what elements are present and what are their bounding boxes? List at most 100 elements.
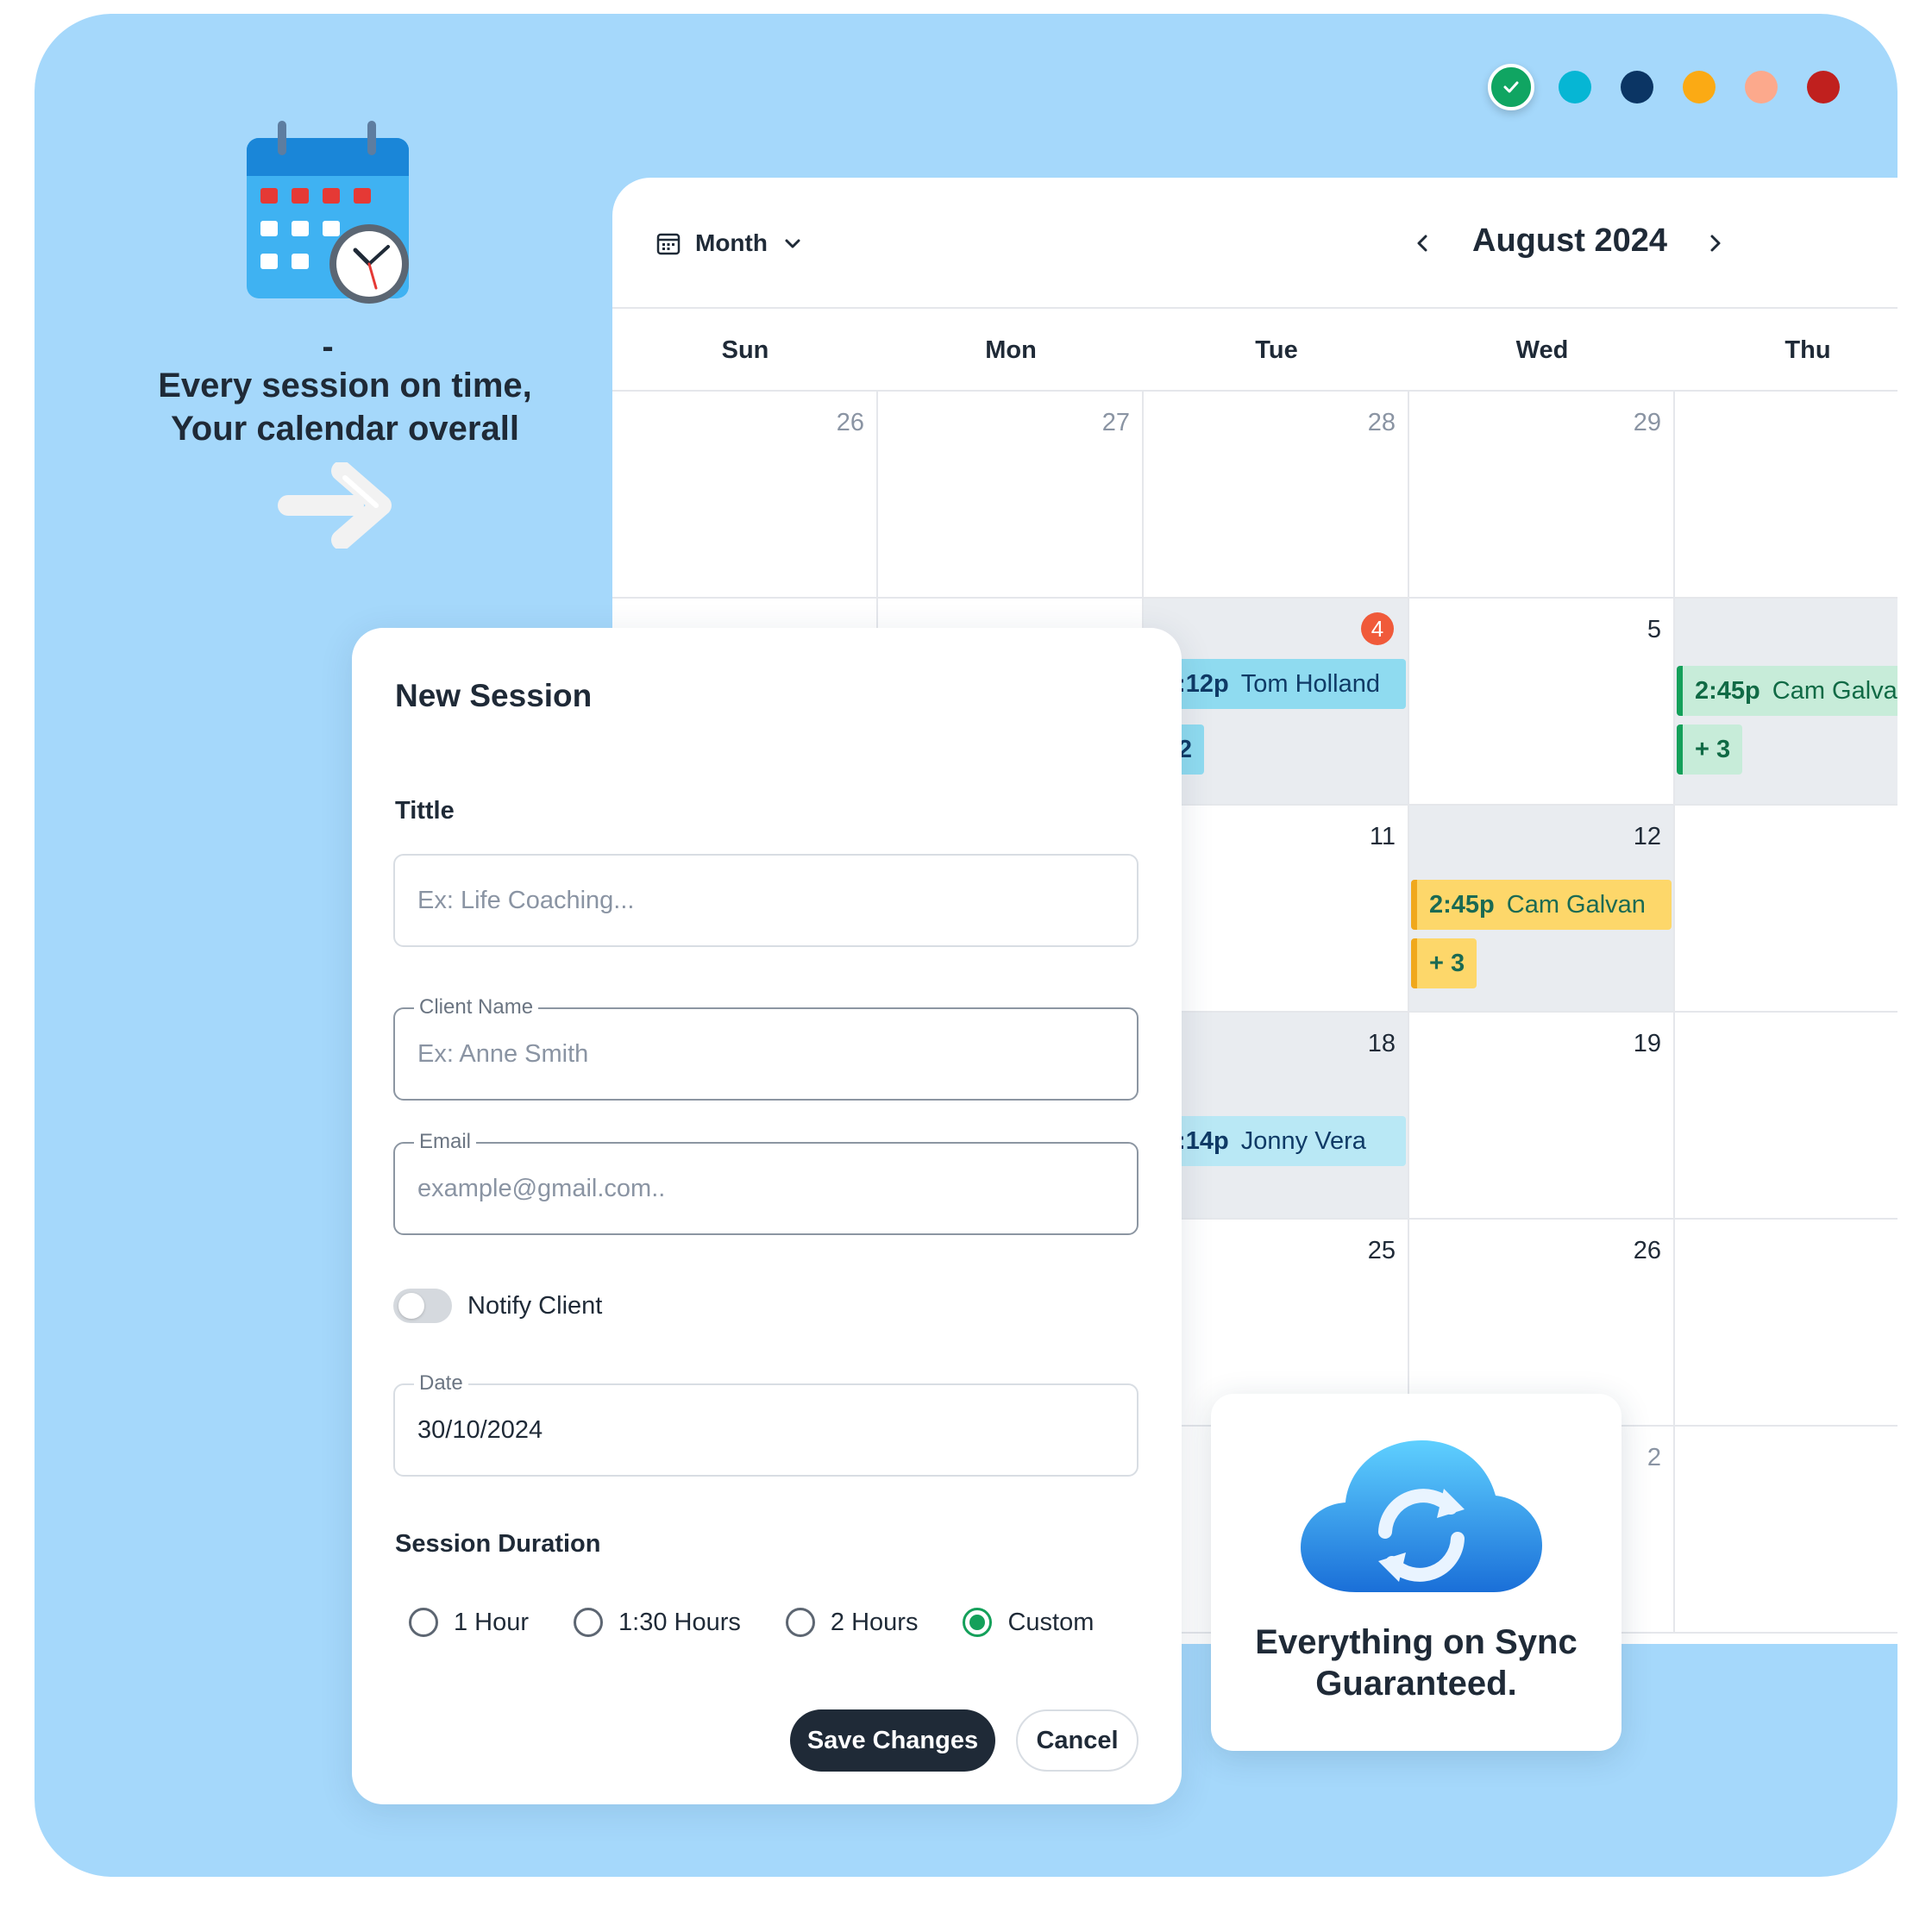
client-name-placeholder: Ex: Anne Smith (417, 1040, 589, 1068)
notify-client-label: Notify Client (467, 1291, 603, 1320)
today-badge: 4 (1361, 612, 1394, 645)
email-placeholder: example@gmail.com.. (417, 1175, 666, 1202)
chevron-down-icon (785, 239, 800, 248)
swatch-red[interactable] (1807, 71, 1840, 104)
event-name: Jonny Vera (1240, 1126, 1366, 1155)
toggle-knob (398, 1293, 424, 1319)
event-time: 2:45p (1429, 890, 1495, 919)
session-duration-label: Session Duration (395, 1530, 601, 1558)
calendar-icon (656, 233, 681, 255)
day-number: 26 (836, 409, 864, 436)
day-cell-today[interactable]: 4 2:12p Tom Holland +2 (1144, 599, 1409, 806)
event-chip[interactable]: 2:45p Cam Galvan (1411, 880, 1672, 930)
day-cell[interactable]: 12 2:45p Cam Galvan + 3 (1409, 806, 1675, 1013)
day-number: 26 (1633, 1237, 1661, 1264)
weekday-header: Sun Mon Tue Wed Thu (612, 309, 1898, 392)
swatch-orange[interactable] (1683, 71, 1716, 104)
day-cell[interactable]: 28 (1144, 392, 1409, 599)
duration-option-1-hour[interactable]: 1 Hour (409, 1608, 529, 1637)
arrow-right-icon (278, 462, 392, 549)
email-input[interactable]: Email example@gmail.com.. (393, 1130, 1138, 1235)
day-cell[interactable]: 5 (1409, 599, 1675, 806)
sync-heading: Everything on Sync Guaranteed. (1211, 1622, 1622, 1704)
day-cell[interactable]: 27 (878, 392, 1144, 599)
weekday-sun: Sun (721, 336, 769, 364)
cancel-button[interactable]: Cancel (1016, 1709, 1138, 1772)
day-number: 28 (1367, 409, 1396, 436)
weekday-wed: Wed (1515, 336, 1569, 364)
event-chip[interactable]: 2:45p Cam Galvan (1677, 666, 1898, 716)
save-changes-button[interactable]: Save Changes (790, 1709, 995, 1772)
weekday-mon: Mon (985, 336, 1037, 364)
client-name-input[interactable]: Client Name Ex: Anne Smith (393, 995, 1138, 1101)
day-cell[interactable]: 19 (1409, 1013, 1675, 1220)
duration-option-custom[interactable]: Custom (963, 1608, 1094, 1637)
radio-label: 1 Hour (454, 1608, 530, 1636)
event-chip[interactable]: 4:14p Jonny Vera (1145, 1116, 1406, 1166)
event-chip[interactable]: 2:12p Tom Holland (1145, 659, 1406, 709)
prev-month-button[interactable] (1406, 226, 1440, 260)
event-name: Cam Galvan (1506, 890, 1646, 919)
swatch-green-selected[interactable] (1488, 64, 1534, 110)
sync-line-2: Guaranteed. (1315, 1665, 1517, 1703)
day-cell[interactable] (1675, 1427, 1898, 1634)
day-cell[interactable]: 11 (1144, 806, 1409, 1013)
weekday-thu: Thu (1785, 336, 1831, 364)
background-frame: - Every session on time, Your calendar o… (34, 14, 1898, 1877)
next-month-button[interactable] (1697, 226, 1732, 260)
radio-label: 2 Hours (830, 1608, 919, 1636)
view-selector[interactable]: Month (656, 226, 804, 260)
day-number: 18 (1367, 1030, 1396, 1057)
weekday-tue: Tue (1255, 336, 1298, 364)
sync-line-1: Everything on Sync (1255, 1623, 1578, 1661)
day-number: 11 (1369, 823, 1396, 850)
day-cell[interactable]: 29 (1409, 392, 1675, 599)
day-number: 12 (1633, 823, 1661, 850)
swatch-navy[interactable] (1621, 71, 1653, 104)
check-icon (1503, 81, 1519, 93)
session-duration-options: 1 Hour 1:30 Hours 2 Hours Custom (409, 1608, 1138, 1637)
day-cell[interactable] (1675, 1013, 1898, 1220)
dialog-title: New Session (395, 678, 593, 713)
day-number: 5 (1647, 616, 1661, 643)
date-value: 30/10/2024 (417, 1416, 543, 1444)
swatch-peach[interactable] (1745, 71, 1778, 104)
day-number: 27 (1101, 409, 1130, 436)
day-cell[interactable] (1675, 806, 1898, 1013)
notify-client-row: Notify Client (393, 1289, 602, 1323)
event-name: Tom Holland (1240, 669, 1380, 698)
cloud-sync-icon (1301, 1440, 1542, 1592)
new-session-dialog: New Session Tittle Ex: Life Coaching... … (352, 628, 1182, 1804)
day-number: 25 (1367, 1237, 1396, 1264)
view-label: Month (695, 229, 768, 256)
more-events-button[interactable]: + 3 (1677, 724, 1743, 775)
promo-dash: - (322, 328, 334, 366)
day-cell[interactable]: 2:45p Cam Galvan + 3 (1675, 599, 1898, 806)
promo-line-2: Your calendar overall (171, 410, 519, 448)
radio-button-selected[interactable] (963, 1608, 993, 1637)
radio-button[interactable] (574, 1608, 604, 1637)
radio-button[interactable] (409, 1608, 438, 1637)
color-swatches (1488, 64, 1840, 110)
month-title: August 2024 (1472, 223, 1667, 259)
chevron-left-icon (1417, 235, 1427, 252)
day-cell[interactable] (1675, 392, 1898, 599)
title-placeholder: Ex: Life Coaching... (417, 887, 635, 914)
title-input[interactable]: Ex: Life Coaching... (393, 854, 1138, 947)
day-number: 2 (1647, 1444, 1661, 1471)
promo-line-1: Every session on time, (158, 367, 532, 405)
swatch-cyan[interactable] (1559, 71, 1591, 104)
notify-client-toggle[interactable] (393, 1289, 452, 1323)
radio-label: Custom (1007, 1608, 1095, 1636)
title-label: Tittle (395, 797, 455, 825)
radio-button[interactable] (785, 1608, 815, 1637)
day-cell[interactable]: 26 (612, 392, 878, 599)
duration-option-2-hours[interactable]: 2 Hours (785, 1608, 919, 1637)
date-input[interactable]: Date 30/10/2024 (393, 1371, 1138, 1477)
more-events-button[interactable]: + 3 (1411, 938, 1477, 988)
event-time: 2:45p (1695, 676, 1760, 705)
day-cell[interactable] (1675, 1220, 1898, 1427)
day-cell[interactable]: 18 4:14p Jonny Vera (1144, 1013, 1409, 1220)
duration-option-1-30-hours[interactable]: 1:30 Hours (574, 1608, 741, 1637)
radio-label: 1:30 Hours (618, 1608, 741, 1636)
